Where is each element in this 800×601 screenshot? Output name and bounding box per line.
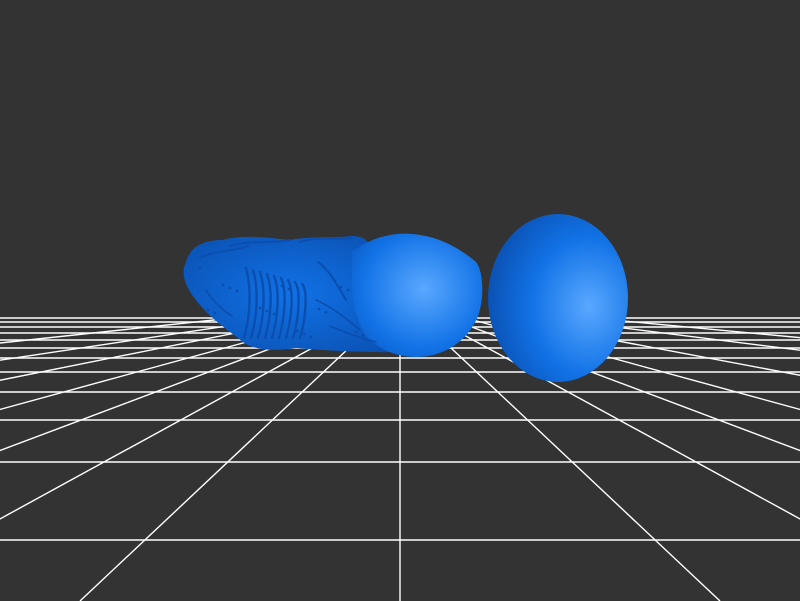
model-texture-dot — [287, 287, 291, 291]
model-texture-dot — [309, 335, 313, 339]
model-texture-dot — [243, 331, 247, 335]
model-large-bulb[interactable] — [488, 214, 628, 382]
model-texture-dot — [324, 310, 328, 314]
model-texture-dot — [354, 330, 358, 334]
model-texture-dot — [213, 311, 217, 315]
model-texture-dot — [206, 308, 210, 312]
model-texture-dot — [221, 283, 225, 287]
model-texture-dot — [302, 332, 306, 336]
model-texture-dot — [250, 334, 254, 338]
3d-viewport[interactable] — [0, 0, 800, 601]
model-texture-dot — [235, 289, 239, 293]
model-texture-dot — [295, 329, 299, 333]
model-texture-dot — [346, 288, 350, 292]
model-texture-dot — [265, 309, 269, 313]
model-texture-dot — [258, 306, 262, 310]
model-texture-dot — [198, 266, 202, 270]
model-neck-section[interactable] — [352, 233, 483, 358]
model-texture-dot — [361, 333, 365, 337]
model-texture-dot — [339, 285, 343, 289]
model-texture-dot — [272, 312, 276, 316]
model-texture-dot — [317, 307, 321, 311]
model-texture-dot — [280, 284, 284, 288]
3d-scene-canvas[interactable] — [0, 0, 800, 601]
model-texture-dot — [228, 286, 232, 290]
